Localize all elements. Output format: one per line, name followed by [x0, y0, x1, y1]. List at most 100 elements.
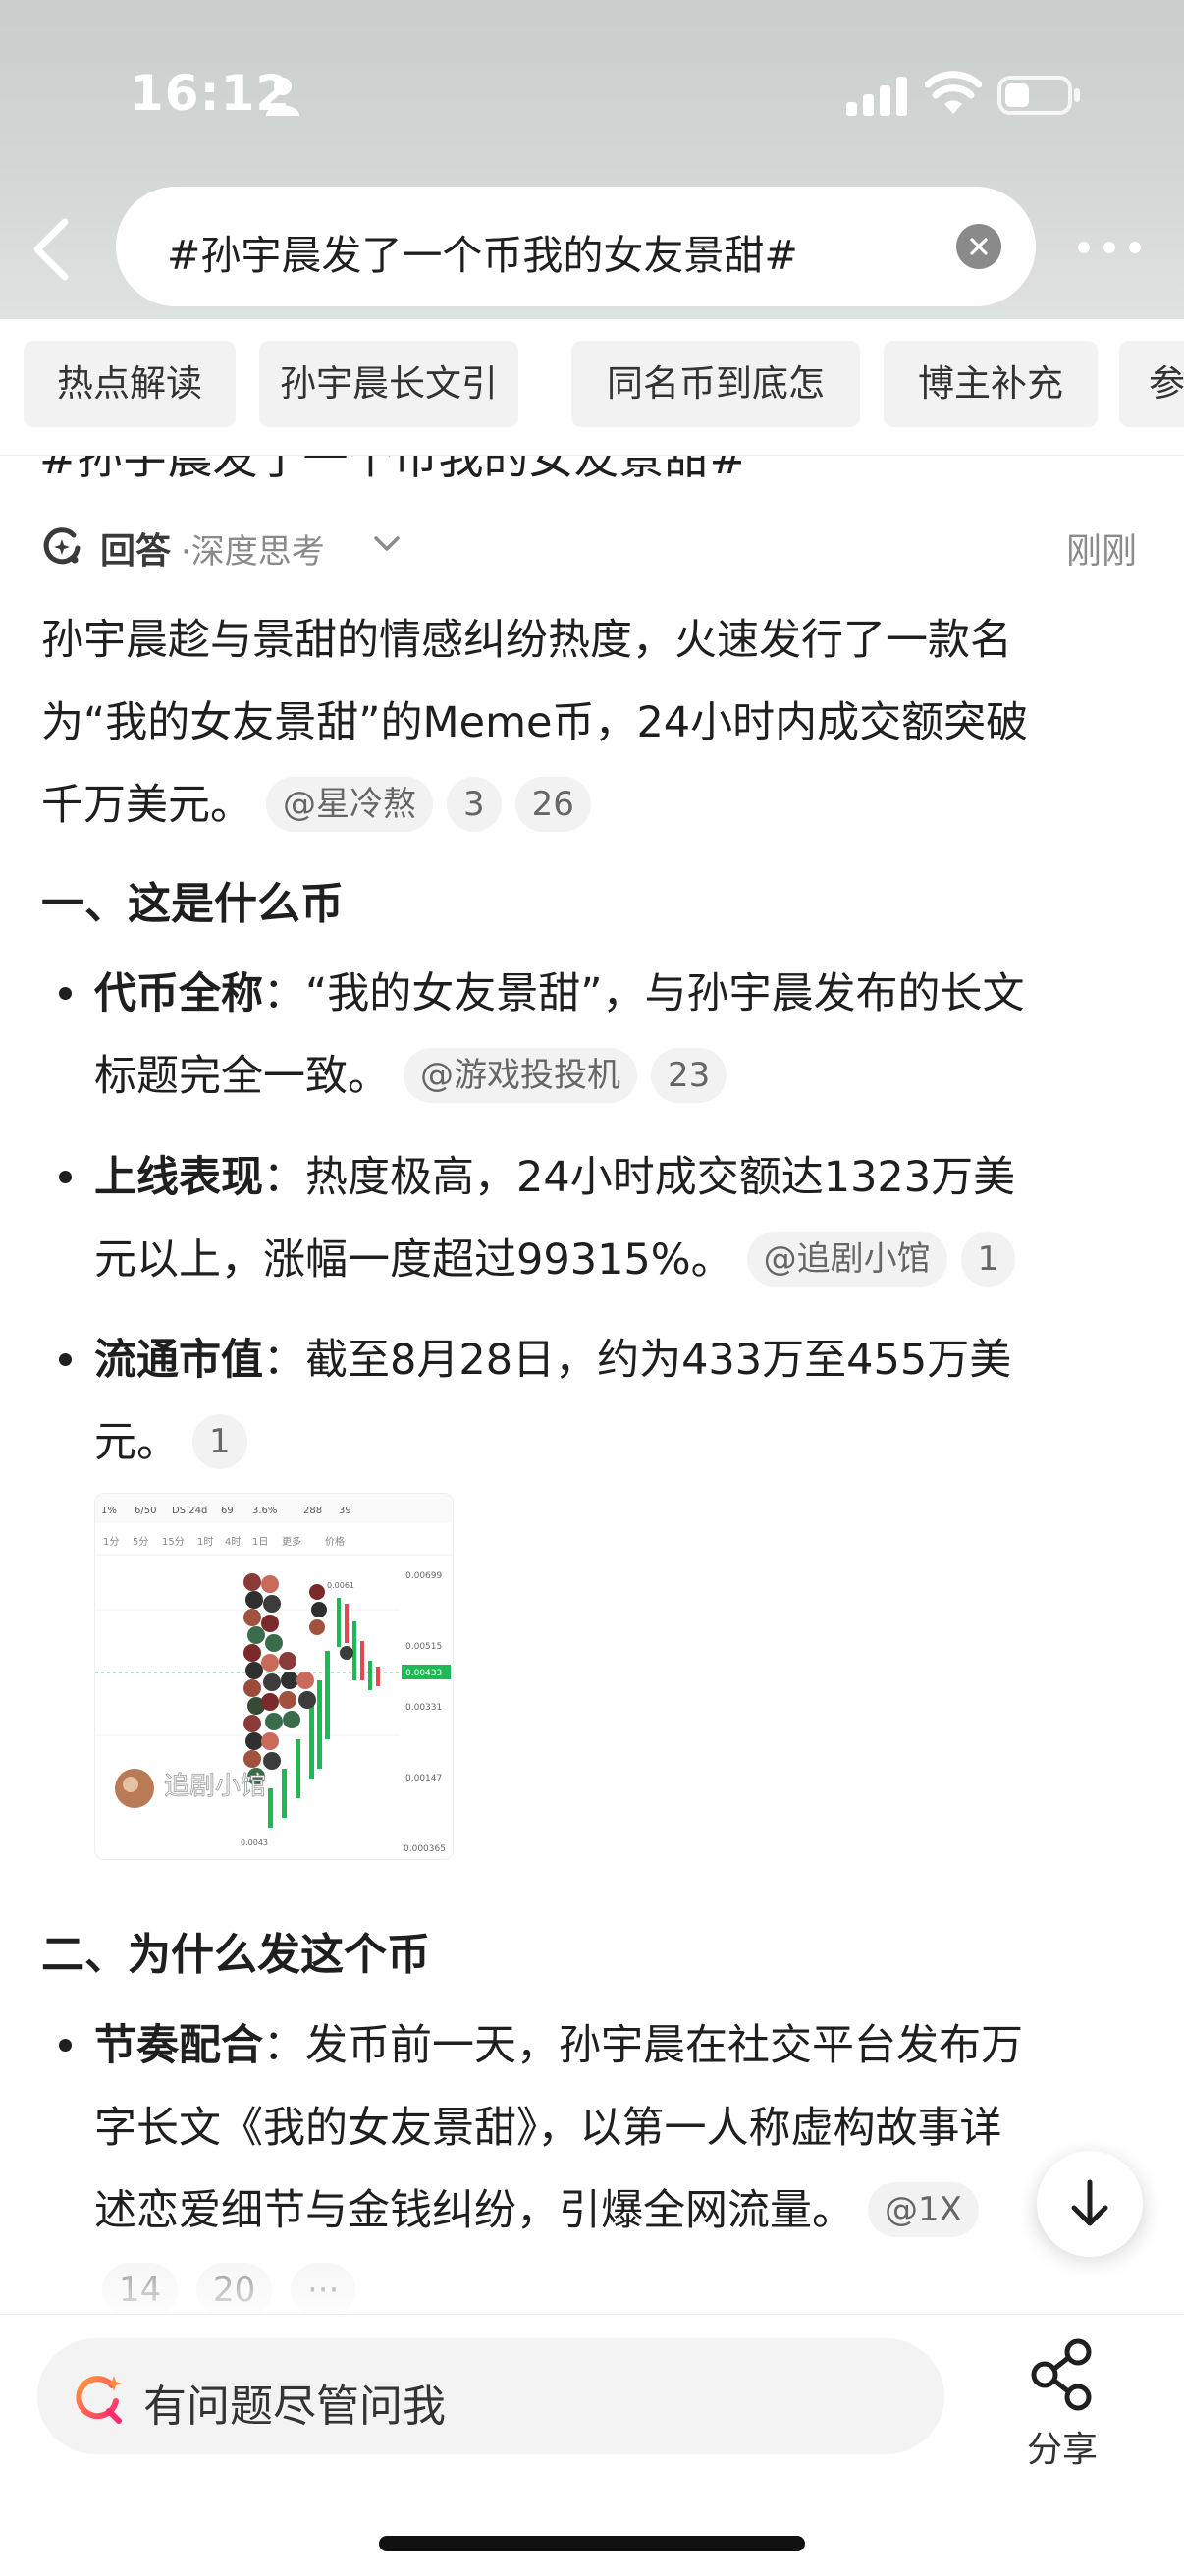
- chevron-down-icon[interactable]: [371, 532, 403, 556]
- back-button[interactable]: [26, 214, 81, 285]
- price-label: 0.00331: [405, 1703, 442, 1713]
- bullet-line: 节奏配合：发币前一天，孙宇晨在社交平台发布万: [94, 2004, 1023, 2087]
- price-label: 0.00515: [405, 1642, 442, 1652]
- stat-chip: 69: [221, 1506, 234, 1516]
- bullet-term: 节奏配合: [94, 2021, 263, 2070]
- bullet-dot: [59, 987, 72, 1000]
- watermark: 追剧小馆: [164, 1772, 266, 1801]
- chip-blogger-note[interactable]: 博主补充: [884, 341, 1098, 427]
- bullet-dot: [59, 1353, 72, 1366]
- search-query[interactable]: #孙宇晨发了一个币我的女友景甜#: [167, 222, 798, 281]
- bullet-term: 流通市值: [94, 1336, 263, 1385]
- chart-thumbnail-image[interactable]: 1% 6/50 DS 24d 69 3.6% 288 39 1分 5分 15分 …: [94, 1493, 454, 1860]
- bullet-dot: [59, 2039, 72, 2052]
- wifi-icon: [925, 71, 982, 114]
- bullet-text: 元。: [94, 1418, 179, 1467]
- peak-label: 0.0061: [327, 1581, 354, 1590]
- ask-placeholder: 有问题尽管问我: [143, 2382, 446, 2432]
- section-heading: 一、这是什么币: [41, 879, 344, 929]
- bullet-text: ：截至8月28日，约为433万至455万美: [263, 1336, 1012, 1385]
- bullet-text: ：“我的女友景甜”，与孙宇晨发布的长文: [263, 969, 1025, 1018]
- ask-input[interactable]: 有问题尽管问我: [37, 2338, 944, 2454]
- chip-reference[interactable]: 参: [1119, 341, 1184, 427]
- bullet-text: ：发币前一天，孙宇晨在社交平台发布万: [263, 2021, 1023, 2070]
- bullet-term: 代币全称: [94, 969, 263, 1018]
- person-icon: [266, 78, 299, 116]
- price-label: 0.00699: [405, 1571, 442, 1581]
- clear-search-button[interactable]: [956, 224, 1001, 269]
- source-count-chip[interactable]: 1: [960, 1231, 1016, 1287]
- stat-chip: 39: [339, 1506, 351, 1516]
- bullet-line: 流通市值：截至8月28日，约为433万至455万美: [94, 1319, 1011, 1401]
- source-count-chip[interactable]: 20: [196, 2263, 273, 2318]
- answer-icon: [43, 527, 81, 565]
- kline-chart-svg: 1% 6/50 DS 24d 69 3.6% 288 39 1分 5分 15分 …: [95, 1494, 453, 1854]
- close-icon: [970, 238, 988, 255]
- signal-icon: [846, 77, 907, 116]
- source-ref-chip[interactable]: @1X: [868, 2181, 979, 2237]
- bullet-text: ：热度极高，24小时成交额达1323万美: [263, 1153, 1016, 1202]
- thinking-mode-selector[interactable]: ·深度思考: [181, 524, 325, 573]
- share-icon: [1031, 2338, 1092, 2411]
- home-indicator: [379, 2536, 805, 2551]
- price-label: 0.000365: [404, 1844, 446, 1854]
- source-ref-chip[interactable]: @星冷熬: [266, 776, 433, 832]
- chip-same-name-coin[interactable]: 同名币到底怎: [571, 341, 860, 427]
- bullet-text: 元以上，涨幅一度超过99315%。: [94, 1235, 733, 1285]
- bullet-line: 元。 1: [94, 1401, 247, 1484]
- source-count-chip[interactable]: 23: [651, 1047, 727, 1103]
- bullet-line: 上线表现：热度极高，24小时成交额达1323万美: [94, 1136, 1015, 1219]
- stat-chip: 1%: [101, 1506, 117, 1516]
- intro-line: 千万美元。 @星冷熬 3 26: [41, 764, 591, 847]
- source-ref-chip[interactable]: @追剧小馆: [746, 1231, 947, 1287]
- top-header: 16:12 #孙宇晨发了一个币我的女友景甜#: [0, 0, 1184, 319]
- timeframe-tab: 1分: [103, 1536, 119, 1548]
- bullet-line: 标题完全一致。 @游戏投投机 23: [94, 1035, 727, 1118]
- timeframe-tab: 15分: [162, 1536, 185, 1548]
- share-label: 分享: [1027, 2430, 1099, 2470]
- topic-chips-bar: 热点解读 孙宇晨长文引 同名币到底怎 博主补充 参: [0, 319, 1184, 456]
- timeframe-tab: 价格: [325, 1535, 345, 1548]
- bullet-dot: [59, 1171, 72, 1183]
- price-label-current: 0.00433: [405, 1669, 442, 1678]
- low-label: 0.0043: [241, 1838, 268, 1847]
- scroll-down-button[interactable]: [1037, 2151, 1143, 2257]
- timeframe-tab: 1日: [252, 1537, 268, 1548]
- bullet-text: 述恋爱细节与金钱纠纷，引爆全网流量。: [94, 2186, 854, 2235]
- bullet-text: 标题完全一致。: [94, 1052, 390, 1101]
- source-count-chip[interactable]: 26: [514, 776, 591, 832]
- answer-timestamp: 刚刚: [1066, 531, 1138, 572]
- chip-hot-topic[interactable]: 热点解读: [24, 341, 236, 427]
- arrow-down-icon: [1071, 2179, 1108, 2226]
- price-label: 0.00147: [405, 1774, 442, 1783]
- source-count-chip[interactable]: 3: [447, 776, 502, 832]
- more-options-button[interactable]: [1076, 238, 1143, 257]
- source-ref-chip[interactable]: @游戏投投机: [404, 1047, 637, 1103]
- more-sources-chip[interactable]: ···: [291, 2263, 356, 2318]
- source-count-chip[interactable]: 14: [102, 2263, 179, 2318]
- bullet-term: 上线表现: [94, 1153, 263, 1202]
- intro-line: 为“我的女友景甜”的Meme币，24小时内成交额突破: [41, 698, 1029, 747]
- bullet-line: 元以上，涨幅一度超过99315%。 @追剧小馆 1: [94, 1219, 1016, 1301]
- battery-icon: [997, 76, 1080, 115]
- chip-long-article[interactable]: 孙宇晨长文引: [259, 341, 518, 427]
- timeframe-tab: 1时: [197, 1536, 213, 1548]
- search-bar[interactable]: #孙宇晨发了一个币我的女友景甜#: [116, 187, 1036, 306]
- timeframe-tab: 更多: [282, 1535, 301, 1548]
- candles: [268, 1598, 380, 1828]
- answer-label: 回答: [100, 531, 172, 572]
- bullet-line: 代币全称：“我的女友景甜”，与孙宇晨发布的长文: [94, 953, 1025, 1035]
- stat-chip: DS 24d: [172, 1506, 207, 1516]
- stat-chip: 288: [303, 1506, 322, 1516]
- stat-chip: 3.6%: [252, 1506, 277, 1516]
- share-button[interactable]: 分享: [1011, 2338, 1119, 2470]
- bullet-line: 述恋爱细节与金钱纠纷，引爆全网流量。 @1X: [94, 2169, 979, 2252]
- source-count-chip[interactable]: 1: [192, 1413, 247, 1469]
- timeframe-tab: 5分: [133, 1536, 148, 1548]
- timeframe-tab: 4时: [225, 1536, 241, 1548]
- section-heading: 二、为什么发这个币: [41, 1930, 430, 1980]
- stat-chip: 6/50: [135, 1506, 156, 1516]
- intro-line-text: 千万美元。: [41, 781, 252, 830]
- bullet-line: 字长文《我的女友景甜》，以第一人称虚构故事详: [94, 2104, 1002, 2153]
- intro-line: 孙宇晨趁与景甜的情感纠纷热度，火速发行了一款名: [41, 616, 1012, 665]
